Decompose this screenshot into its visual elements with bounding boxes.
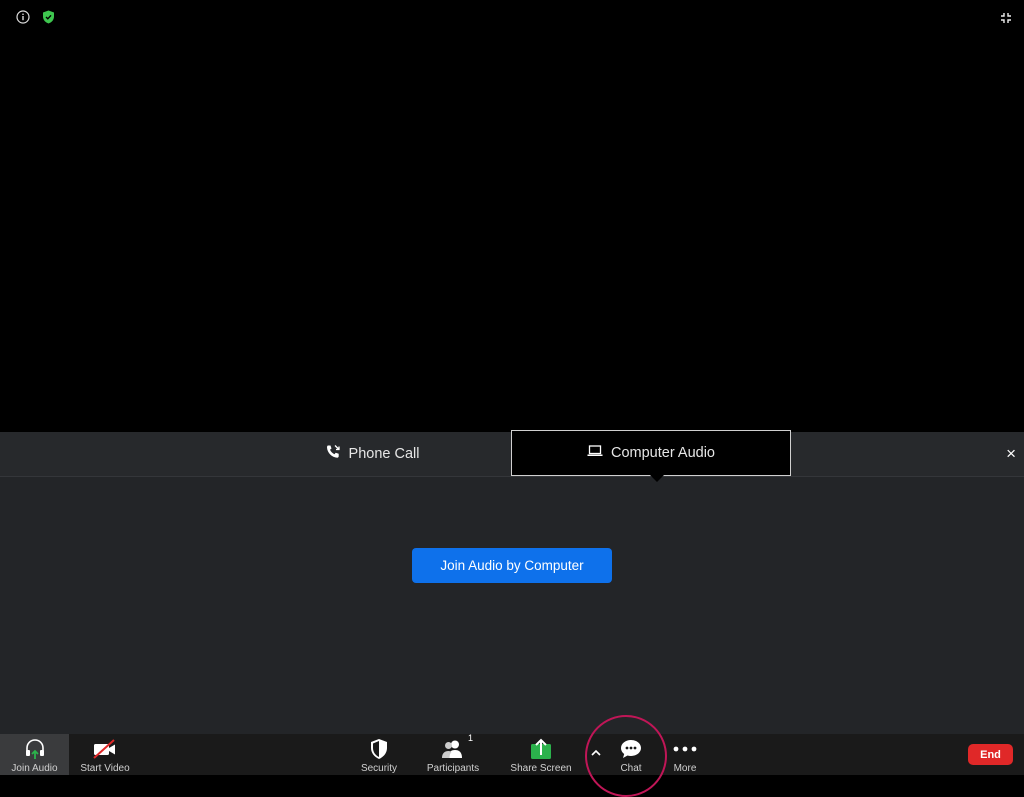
chat-button[interactable]: Chat	[606, 734, 656, 775]
chat-label: Chat	[620, 763, 642, 774]
share-screen-icon	[529, 736, 553, 762]
share-screen-label: Share Screen	[510, 763, 572, 774]
chat-bubble-icon	[619, 736, 643, 762]
join-audio-button[interactable]: Join Audio	[0, 734, 69, 775]
start-video-button[interactable]: Start Video	[74, 734, 136, 775]
laptop-icon	[587, 444, 603, 462]
video-off-icon	[92, 736, 118, 762]
more-button[interactable]: More	[662, 734, 708, 775]
chevron-up-icon[interactable]	[586, 742, 606, 762]
tab-phone-call-label: Phone Call	[348, 446, 420, 462]
close-audio-panel-button[interactable]: ×	[1006, 444, 1016, 464]
shield-check-icon[interactable]	[42, 10, 55, 24]
info-icon[interactable]	[16, 10, 30, 24]
more-label: More	[673, 763, 697, 774]
participants-button[interactable]: 1 Participants	[420, 733, 486, 775]
participants-icon: 1	[440, 733, 473, 762]
participants-count-badge: 1	[467, 733, 473, 743]
end-meeting-button[interactable]: End	[968, 744, 1013, 765]
share-screen-button[interactable]: Share Screen	[505, 734, 577, 775]
security-button[interactable]: Security	[352, 734, 406, 775]
join-audio-panel: Phone Call Computer Audio × Join Audio b…	[0, 430, 1024, 734]
tab-computer-audio[interactable]: Computer Audio	[511, 430, 791, 482]
video-area	[0, 0, 1024, 432]
tab-phone-call[interactable]: Phone Call	[232, 432, 512, 476]
selected-tab-caret	[650, 475, 664, 482]
tab-computer-audio-label: Computer Audio	[611, 445, 715, 461]
join-audio-label: Join Audio	[11, 763, 58, 774]
headphones-icon	[23, 736, 47, 762]
phone-call-icon	[325, 444, 341, 464]
more-dots-icon	[673, 736, 697, 762]
meeting-toolbar: Join Audio Start Video Security 1 Partic…	[0, 733, 1024, 775]
security-shield-icon	[369, 736, 389, 762]
participants-label: Participants	[426, 763, 480, 774]
join-audio-by-computer-button[interactable]: Join Audio by Computer	[412, 548, 612, 583]
start-video-label: Start Video	[80, 763, 130, 774]
fullscreen-exit-icon[interactable]	[1000, 11, 1012, 29]
audio-tab-bar: Phone Call Computer Audio ×	[0, 430, 1024, 482]
meeting-info-bar	[16, 10, 55, 24]
security-label: Security	[360, 763, 398, 774]
